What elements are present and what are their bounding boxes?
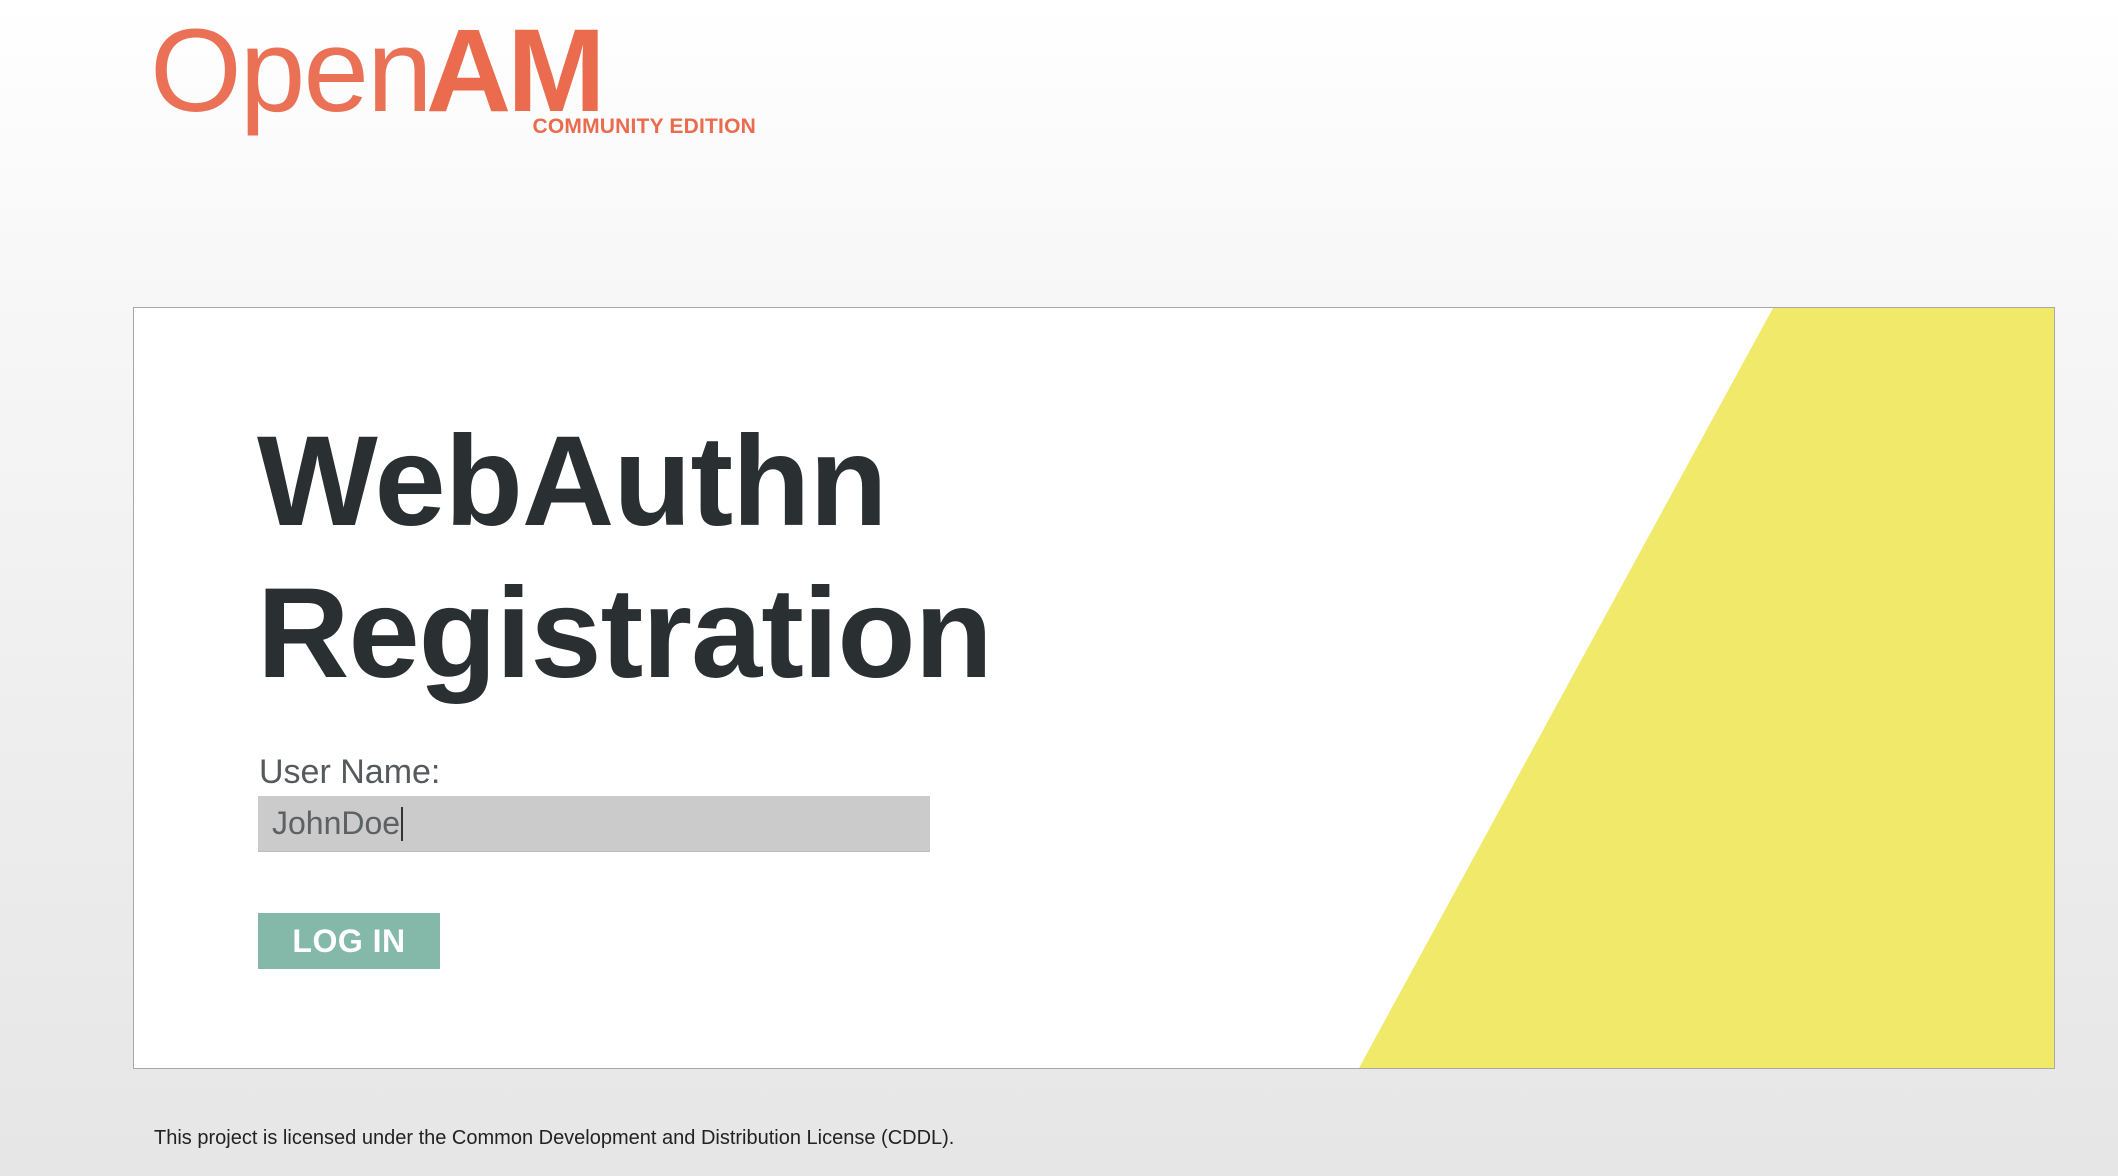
username-input[interactable]: JohnDoe (258, 796, 930, 852)
license-footer: This project is licensed under the Commo… (154, 1127, 955, 1149)
text-caret (401, 806, 404, 841)
login-button[interactable]: LOG IN (258, 913, 440, 969)
openam-logo: Open AM COMMUNITY EDITION (150, 12, 756, 148)
logo-edition-text: COMMUNITY EDITION (532, 115, 756, 138)
login-card: WebAuthn Registration User Name: JohnDoe… (133, 307, 2055, 1069)
page-title-line-2: Registration (257, 562, 993, 705)
username-input-value: JohnDoe (272, 805, 401, 841)
page-title-line-1: WebAuthn (257, 410, 887, 553)
yellow-triangle-shape (1359, 308, 2054, 1068)
page-title: WebAuthn Registration (257, 406, 993, 710)
username-label: User Name: (259, 753, 441, 791)
logo-open-text: Open (150, 5, 433, 137)
logo-am-text: AM (426, 5, 606, 137)
